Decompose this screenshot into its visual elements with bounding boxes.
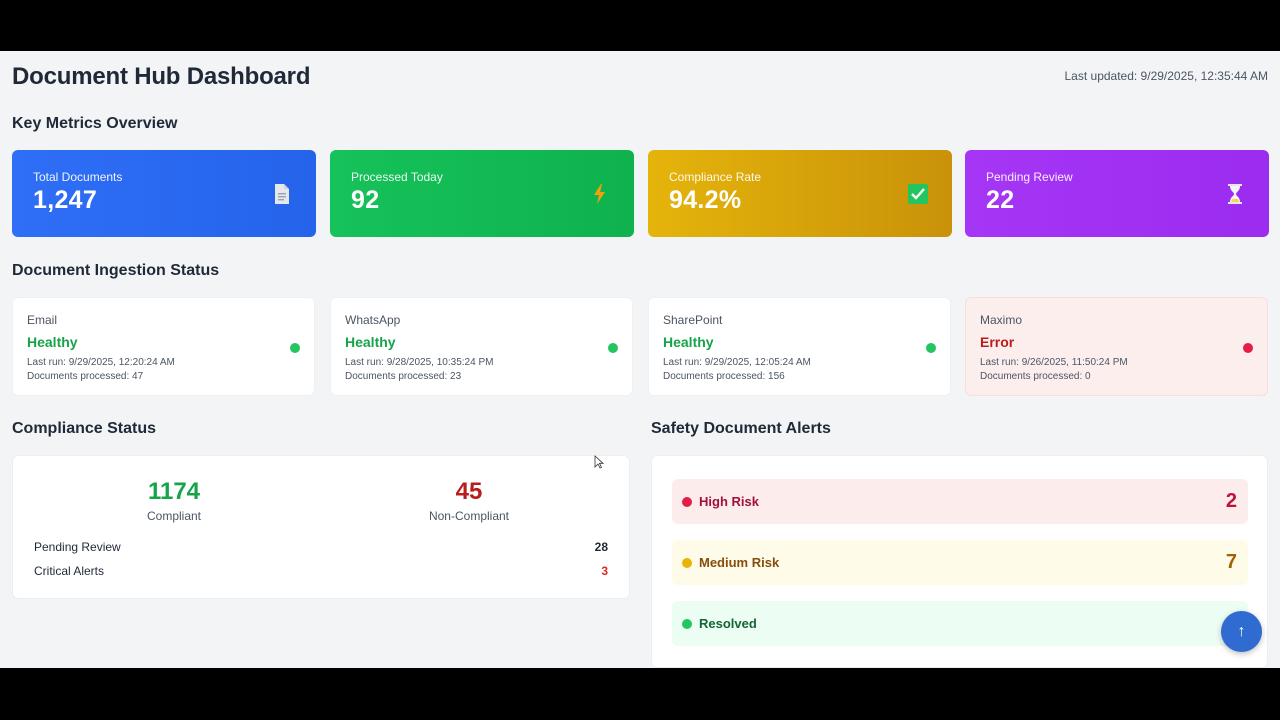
status-dot: [682, 619, 692, 629]
alert-row-medium-risk[interactable]: Medium Risk 7: [672, 540, 1248, 585]
metric-card-total-documents[interactable]: Total Documents 1,247: [12, 150, 316, 237]
status-dot: [682, 497, 692, 507]
metric-card-compliance-rate[interactable]: Compliance Rate 94.2%: [648, 150, 952, 237]
ingestion-processed: Documents processed: 47: [27, 371, 144, 382]
ingestion-meta: Last run: 9/28/2025, 10:35:24 PM Documen…: [345, 356, 618, 384]
ingestion-last-run: Last run: 9/28/2025, 10:35:24 PM: [345, 357, 494, 368]
arrow-up-icon: ↑: [1237, 622, 1246, 640]
section-title-compliance: Compliance Status: [12, 420, 157, 437]
hourglass-icon: [1228, 184, 1242, 204]
status-dot: [682, 558, 692, 568]
metric-label: Processed Today: [351, 170, 443, 184]
metric-card-pending-review[interactable]: Pending Review 22: [965, 150, 1269, 237]
ingestion-source: Email: [27, 313, 58, 327]
alert-count: 7: [1225, 551, 1237, 573]
section-title-metrics: Key Metrics Overview: [12, 115, 178, 132]
letterbox-top: [0, 0, 1280, 51]
pending-review-label: Pending Review: [34, 540, 121, 554]
ingestion-processed: Documents processed: 23: [345, 371, 462, 382]
compliance-panel: 1174 Compliant 45 Non-Compliant Pending …: [12, 455, 630, 599]
pending-review-row: Pending Review 28: [34, 540, 608, 554]
ingestion-card-maximo[interactable]: Maximo Error Last run: 9/26/2025, 11:50:…: [965, 297, 1268, 396]
ingestion-source: Maximo: [980, 313, 1023, 327]
status-dot: [290, 343, 300, 353]
critical-alerts-label: Critical Alerts: [34, 564, 105, 578]
ingestion-card-email[interactable]: Email Healthy Last run: 9/29/2025, 12:20…: [12, 297, 315, 396]
ingestion-last-run: Last run: 9/29/2025, 12:20:24 AM: [27, 357, 175, 368]
metric-value: 92: [351, 186, 380, 214]
document-icon: [275, 184, 289, 204]
ingestion-processed: Documents processed: 0: [980, 371, 1091, 382]
metric-value: 94.2%: [669, 186, 742, 214]
check-box-icon: [908, 184, 928, 204]
lightning-icon: [594, 184, 605, 204]
ingestion-status: Healthy: [345, 334, 396, 350]
metric-label: Total Documents: [33, 170, 123, 184]
ingestion-meta: Last run: 9/29/2025, 12:05:24 AM Documen…: [663, 356, 936, 384]
metric-card-processed-today[interactable]: Processed Today 92: [330, 150, 634, 237]
section-title-ingestion: Document Ingestion Status: [12, 262, 220, 279]
ingestion-card-whatsapp[interactable]: WhatsApp Healthy Last run: 9/28/2025, 10…: [330, 297, 633, 396]
ingestion-processed: Documents processed: 156: [663, 371, 785, 382]
metric-value: 1,247: [33, 186, 98, 214]
scroll-to-top-button[interactable]: ↑: [1221, 611, 1262, 652]
critical-alerts-value: 3: [601, 564, 608, 578]
ingestion-last-run: Last run: 9/26/2025, 11:50:24 PM: [980, 357, 1128, 368]
ingestion-status: Healthy: [27, 334, 78, 350]
ingestion-last-run: Last run: 9/29/2025, 12:05:24 AM: [663, 357, 811, 368]
ingestion-card-sharepoint[interactable]: SharePoint Healthy Last run: 9/29/2025, …: [648, 297, 951, 396]
alert-row-resolved[interactable]: Resolved 4: [672, 601, 1248, 646]
alert-label: Medium Risk: [699, 555, 780, 570]
noncompliant-label: Non-Compliant: [428, 509, 510, 523]
last-updated-timestamp: Last updated: 9/29/2025, 12:35:44 AM: [1064, 69, 1269, 83]
header: Document Hub Dashboard Last updated: 9/2…: [12, 63, 1268, 93]
dashboard-page: Document Hub Dashboard Last updated: 9/2…: [0, 51, 1280, 668]
ingestion-status: Error: [980, 334, 1015, 350]
ingestion-meta: Last run: 9/29/2025, 12:20:24 AM Documen…: [27, 356, 300, 384]
noncompliant-count: 45: [455, 478, 483, 505]
section-title-safety: Safety Document Alerts: [651, 420, 831, 437]
alert-count: 2: [1225, 490, 1237, 512]
mouse-cursor-icon: [594, 455, 604, 469]
compliant-label: Compliant: [146, 509, 202, 523]
letterbox-bottom: [0, 668, 1280, 720]
safety-alerts-panel: High Risk 2 Medium Risk 7 Resolved 4: [651, 455, 1268, 668]
alert-label: High Risk: [699, 494, 759, 509]
critical-alerts-row: Critical Alerts 3: [34, 564, 608, 578]
metric-value: 22: [986, 186, 1015, 214]
page-title: Document Hub Dashboard: [12, 63, 311, 90]
alert-row-high-risk[interactable]: High Risk 2: [672, 479, 1248, 524]
ingestion-status: Healthy: [663, 334, 714, 350]
alert-label: Resolved: [699, 616, 757, 631]
ingestion-meta: Last run: 9/26/2025, 11:50:24 PM Documen…: [980, 356, 1253, 384]
metric-label: Compliance Rate: [669, 170, 762, 184]
compliant-count: 1174: [147, 478, 201, 505]
status-dot: [926, 343, 936, 353]
status-dot: [1243, 343, 1253, 353]
pending-review-value: 28: [594, 540, 608, 554]
status-dot: [608, 343, 618, 353]
ingestion-source: WhatsApp: [345, 313, 401, 327]
metric-label: Pending Review: [986, 170, 1073, 184]
ingestion-source: SharePoint: [663, 313, 723, 327]
